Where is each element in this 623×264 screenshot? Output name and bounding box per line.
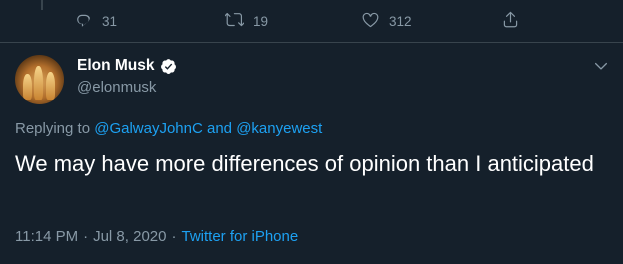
tweet-source-link[interactable]: Twitter for iPhone [181,228,298,245]
avatar-flame-shape [23,74,32,100]
reply-icon [74,10,93,32]
retweet-count: 19 [253,13,269,29]
share-icon [501,10,520,32]
reply-mention-link[interactable]: @kanyewest [236,120,322,137]
tweet-time[interactable]: 11:14 PM [15,228,78,245]
like-button[interactable]: 312 [361,10,412,32]
replying-conjunction: and [207,120,233,137]
reply-mention-link[interactable]: @GalwayJohnC [94,120,203,137]
tweet-text: We may have more differences of opinion … [15,151,594,176]
avatar-flame-shape [34,66,43,100]
divider [0,42,623,43]
avatar-flame-shape [46,72,55,100]
avatar[interactable] [15,55,64,104]
author-name: Elon Musk [77,57,155,74]
verified-badge-icon [160,58,176,74]
author-handle[interactable]: @elonmusk [77,79,156,96]
share-button[interactable] [501,10,520,32]
tweet-detail-view: 31 19 312 Elon Musk @elonmusk Replying t… [0,0,623,264]
meta-separator: · [171,228,177,245]
meta-separator: · [83,228,89,245]
previous-tweet-action-bar: 31 19 312 [0,6,623,34]
heart-icon [361,10,380,32]
author-name-link[interactable]: Elon Musk [77,57,177,75]
tweet-meta: 11:14 PM · Jul 8, 2020 · Twitter for iPh… [15,228,298,245]
chevron-down-icon[interactable] [593,58,609,74]
replying-to-line: Replying to @GalwayJohnC and @kanyewest [15,120,322,137]
retweet-button[interactable]: 19 [223,10,269,32]
reply-button[interactable]: 31 [74,10,117,32]
retweet-icon [223,10,245,32]
tweet-date[interactable]: Jul 8, 2020 [93,228,166,245]
replying-prefix: Replying to [15,120,91,137]
reply-count: 31 [102,13,118,29]
like-count: 312 [389,13,412,29]
